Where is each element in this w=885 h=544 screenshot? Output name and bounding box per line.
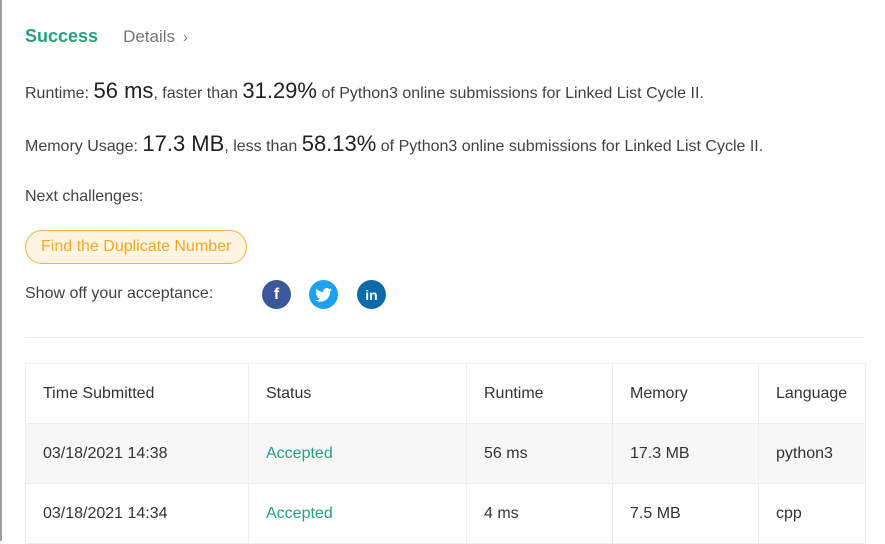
table-row: 03/18/2021 14:38 Accepted 56 ms 17.3 MB …: [25, 423, 866, 484]
details-label: Details: [123, 27, 176, 46]
runtime-percent: 31.29%: [242, 78, 317, 103]
table-row: 03/18/2021 14:34 Accepted 4 ms 7.5 MB cp…: [25, 483, 866, 544]
next-challenge-chip[interactable]: Find the Duplicate Number: [25, 230, 248, 264]
cell-runtime: 56 ms: [466, 423, 613, 484]
cell-language: cpp: [758, 483, 866, 544]
col-runtime[interactable]: Runtime: [466, 363, 613, 424]
result-header: Success Details ›: [25, 26, 188, 47]
panel-border: [0, 0, 2, 541]
cell-language: python3: [758, 423, 866, 484]
col-language[interactable]: Language: [758, 363, 866, 424]
cell-time: 03/18/2021 14:34: [25, 483, 249, 544]
col-time-submitted[interactable]: Time Submitted: [25, 363, 249, 424]
memory-suffix: of Python3 online submissions for Linked…: [380, 138, 764, 155]
cell-status-link[interactable]: Accepted: [248, 423, 467, 484]
memory-percent: 58.13%: [301, 131, 377, 156]
col-memory[interactable]: Memory: [612, 363, 759, 424]
submissions-table: Time Submitted Status Runtime Memory Lan…: [25, 363, 866, 544]
details-link[interactable]: Details ›: [123, 27, 188, 47]
runtime-value: 56 ms: [93, 78, 154, 103]
runtime-line: Runtime: 56 ms, faster than 31.29% of Py…: [25, 78, 704, 104]
cell-time: 03/18/2021 14:38: [25, 423, 249, 484]
divider: [25, 337, 865, 338]
status-success: Success: [25, 26, 99, 46]
cell-runtime: 4 ms: [466, 483, 613, 544]
linkedin-icon[interactable]: in: [357, 280, 386, 309]
facebook-icon[interactable]: f: [262, 280, 291, 309]
cell-memory: 7.5 MB: [612, 483, 759, 544]
chevron-right-icon: ›: [183, 29, 189, 46]
twitter-icon[interactable]: [309, 280, 338, 309]
runtime-suffix: of Python3 online submissions for Linked…: [321, 85, 704, 102]
col-status[interactable]: Status: [248, 363, 467, 424]
share-label: Show off your acceptance:: [25, 285, 214, 302]
runtime-label: Runtime:: [25, 85, 90, 102]
memory-value: 17.3 MB: [142, 131, 225, 156]
table-header-row: Time Submitted Status Runtime Memory Lan…: [25, 363, 866, 424]
memory-line: Memory Usage: 17.3 MB, less than 58.13% …: [25, 131, 763, 157]
next-challenges-label: Next challenges:: [25, 188, 144, 205]
cell-status-link[interactable]: Accepted: [248, 483, 467, 544]
cell-memory: 17.3 MB: [612, 423, 759, 484]
memory-mid: , less than: [224, 138, 298, 155]
memory-label: Memory Usage:: [25, 138, 138, 155]
runtime-mid: , faster than: [153, 85, 238, 102]
